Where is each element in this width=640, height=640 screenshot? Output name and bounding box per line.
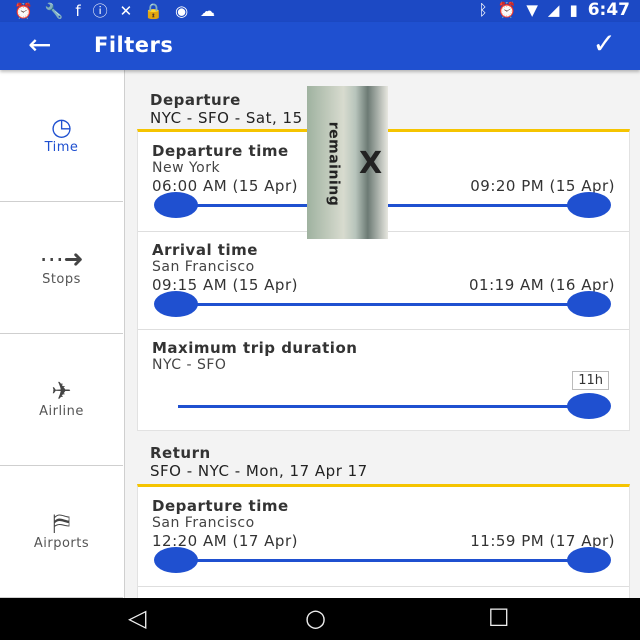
range-min-handle[interactable]	[154, 291, 198, 317]
sidebar-item-time[interactable]: ◷ Time	[0, 70, 123, 202]
navigation-bar: ◁ ○ ☐	[0, 598, 640, 640]
duration-value-badge: 11h	[572, 371, 609, 390]
return-route-date: SFO - NYC - Mon, 17 Apr 17	[150, 462, 368, 480]
sidebar-item-label: Airports	[33, 536, 90, 551]
alarm-icon: ⏰	[497, 1, 517, 19]
filter-category-sidebar: ◷ Time ⋯➜ Stops ✈ Airline ⛿ Airports	[0, 70, 125, 598]
duration-track	[178, 405, 589, 408]
battery-icon: ▮	[569, 1, 578, 19]
filter-title: Departure time	[152, 142, 289, 160]
range-min-handle[interactable]	[154, 192, 198, 218]
satellite-icon: ✕	[119, 2, 133, 20]
range-max-handle[interactable]	[567, 547, 611, 573]
info-icon: ⓘ	[92, 2, 108, 20]
filter-subtitle: New York	[152, 160, 221, 176]
ad-text: remaining	[325, 121, 342, 207]
range-track	[178, 559, 589, 562]
sidebar-item-airline[interactable]: ✈ Airline	[0, 334, 123, 466]
nav-recents-icon[interactable]: ☐	[488, 604, 510, 632]
sidebar-item-stops[interactable]: ⋯➜ Stops	[0, 202, 123, 334]
filter-subtitle: NYC - SFO	[152, 357, 227, 373]
clock-icon: ◷	[51, 113, 72, 141]
sidebar-item-label: Stops	[42, 272, 81, 287]
sidebar-item-airports[interactable]: ⛿ Airports	[0, 466, 123, 598]
system-icons: ᛒ ⏰ ▼ ◢ ▮ 6:47	[479, 1, 630, 19]
checkmark-icon[interactable]: ✓	[593, 28, 616, 60]
app-bar: ← Filters ✓	[0, 22, 640, 70]
filter-title: Arrival time	[152, 241, 258, 259]
filter-subtitle: San Francisco	[152, 515, 255, 531]
wifi-icon: ▼	[526, 1, 538, 19]
bluetooth-icon: ᛒ	[478, 1, 488, 19]
back-arrow-icon[interactable]: ←	[28, 30, 51, 60]
range-max-handle[interactable]	[567, 192, 611, 218]
status-bar: ⏰ 🔧 f ⓘ ✕ 🔒 ◉ ☁ ᛒ ⏰ ▼ ◢ ▮ 6:47	[0, 0, 640, 22]
facebook-icon: f	[75, 2, 81, 20]
page-title: Filters	[94, 33, 174, 57]
close-ad-icon[interactable]: X	[359, 146, 382, 181]
signal-icon: ◢	[547, 1, 560, 19]
return-heading: Return	[150, 444, 211, 462]
cloud-icon: ☁	[200, 2, 216, 20]
filter-title: Departure time	[152, 497, 289, 515]
notification-icons: ⏰ 🔧 f ⓘ ✕ 🔒 ◉ ☁	[14, 2, 215, 20]
airplane-icon: ✈	[51, 377, 72, 405]
range-track	[178, 303, 589, 306]
arrival-time-filter: Arrival time San Francisco 09:15 AM (15 …	[138, 231, 629, 330]
nav-back-icon[interactable]: ◁	[128, 604, 146, 632]
max-duration-filter: Maximum trip duration NYC - SFO 11h	[138, 329, 629, 429]
return-filters-card: Departure time San Francisco 12:20 AM (1…	[137, 484, 630, 598]
robot-icon: ◉	[174, 2, 189, 20]
lock-icon: 🔒	[144, 2, 163, 20]
departure-heading: Departure	[150, 91, 241, 109]
sidebar-item-label: Airline	[39, 404, 84, 419]
sidebar-item-label: Time	[44, 140, 79, 155]
duration-handle[interactable]	[567, 393, 611, 419]
filter-subtitle: San Francisco	[152, 259, 255, 275]
overlay-ad[interactable]: remaining X	[307, 86, 388, 239]
range-min-handle[interactable]	[154, 547, 198, 573]
stops-arrow-icon: ⋯➜	[39, 245, 84, 273]
clock-time: 6:47	[587, 0, 630, 20]
airports-icon: ⛿	[52, 509, 71, 537]
filter-title: Maximum trip duration	[152, 339, 358, 357]
wrench-icon: 🔧	[44, 2, 64, 20]
alarm-icon: ⏰	[14, 2, 33, 20]
nav-home-icon[interactable]: ○	[305, 604, 326, 632]
return-departure-time-filter: Departure time San Francisco 12:20 AM (1…	[138, 487, 629, 587]
range-max-handle[interactable]	[567, 291, 611, 317]
